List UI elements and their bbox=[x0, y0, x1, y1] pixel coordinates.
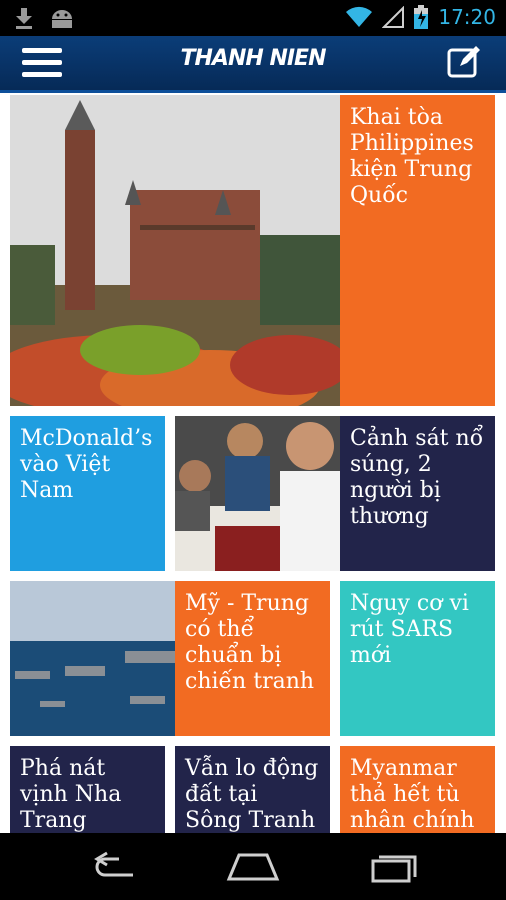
wifi-icon bbox=[346, 6, 373, 27]
app-bar: THANH NIEN bbox=[0, 36, 506, 93]
news-tile-8[interactable]: Myanmar thả hết tù nhân chính trị bbox=[340, 746, 495, 833]
download-icon bbox=[16, 8, 32, 29]
news-image-fleet[interactable] bbox=[10, 581, 175, 736]
android-icon bbox=[52, 10, 72, 28]
compose-icon[interactable] bbox=[446, 44, 482, 80]
news-tile-3[interactable]: Cảnh sát nổ súng, 2 người bị thương bbox=[340, 416, 495, 571]
app-brand-logo: THANH NIEN bbox=[180, 46, 327, 71]
news-title: Phá nát vịnh Nha Trang bbox=[20, 756, 122, 833]
news-tile-4[interactable]: Mỹ - Trung có thể chuẩn bị chiến tranh bbox=[175, 581, 330, 736]
news-tile-6[interactable]: Phá nát vịnh Nha Trang bbox=[10, 746, 165, 833]
news-grid: Khai tòa Philippines kiện Trung Quốc McD… bbox=[0, 93, 506, 833]
news-title: Mỹ - Trung có thể chuẩn bị chiến tranh bbox=[185, 591, 315, 694]
home-icon[interactable] bbox=[223, 849, 283, 885]
news-title: Khai tòa Philippines kiện Trung Quốc bbox=[350, 105, 474, 208]
news-title: Cảnh sát nổ súng, 2 người bị thương bbox=[350, 426, 484, 529]
news-title: Nguy cơ vi rút SARS mới bbox=[350, 591, 469, 668]
recents-icon[interactable] bbox=[363, 849, 423, 885]
news-tile-1[interactable]: Khai tòa Philippines kiện Trung Quốc bbox=[340, 95, 495, 406]
status-time: 17:20 bbox=[438, 5, 496, 29]
court-photo bbox=[10, 95, 340, 406]
news-tile-2[interactable]: McDonald’s vào Việt Nam bbox=[10, 416, 165, 571]
system-nav-bar bbox=[0, 833, 506, 900]
battery-icon bbox=[414, 5, 429, 29]
signal-icon bbox=[382, 6, 405, 28]
police-photo bbox=[175, 416, 340, 571]
news-tile-5[interactable]: Nguy cơ vi rút SARS mới bbox=[340, 581, 495, 736]
news-image-police[interactable] bbox=[175, 416, 340, 571]
back-icon[interactable] bbox=[85, 849, 145, 885]
fleet-photo bbox=[10, 581, 175, 736]
news-title: McDonald’s vào Việt Nam bbox=[20, 426, 153, 503]
news-title: Myanmar thả hết tù nhân chính trị bbox=[350, 756, 475, 833]
news-tile-7[interactable]: Vẫn lo động đất tại Sông Tranh 2 bbox=[175, 746, 330, 833]
news-image-court[interactable] bbox=[10, 95, 340, 406]
status-bar: 17:20 bbox=[0, 0, 506, 36]
news-title: Vẫn lo động đất tại Sông Tranh 2 bbox=[185, 756, 319, 833]
